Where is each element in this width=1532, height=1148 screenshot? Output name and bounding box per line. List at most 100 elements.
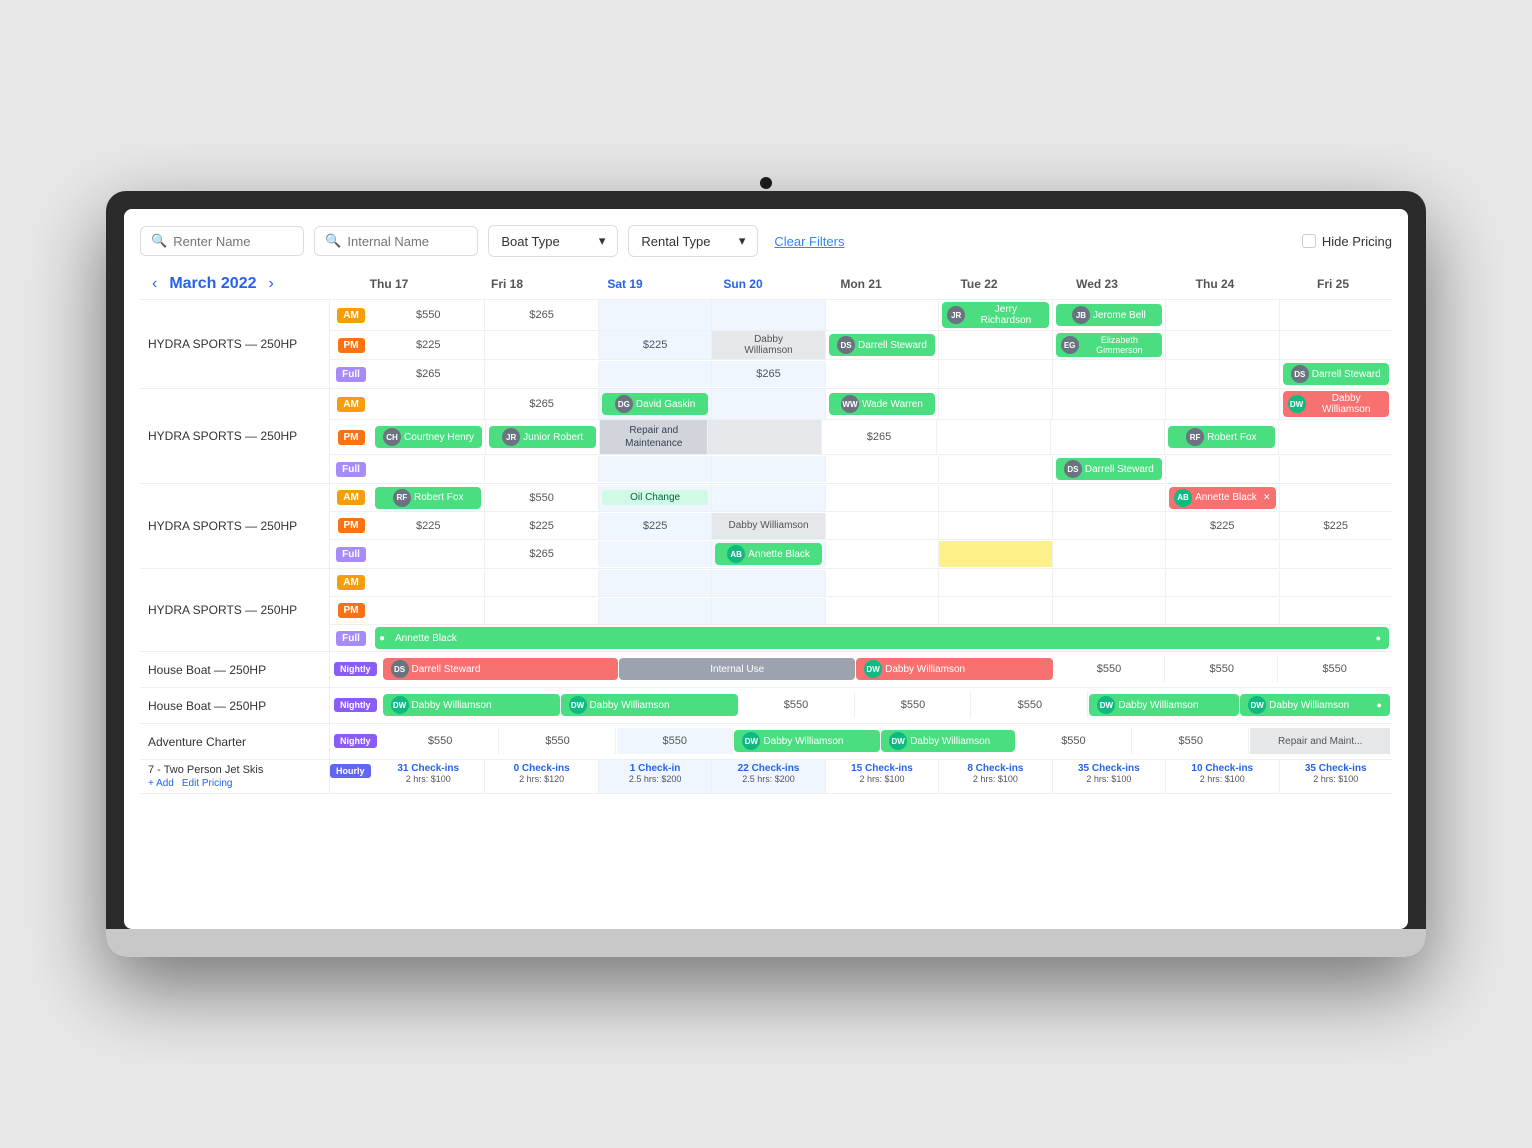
renter-search-wrap[interactable]: 🔍: [140, 226, 304, 256]
booking-dabby-hb2b[interactable]: DW Dabby Williamson: [561, 694, 738, 716]
cell[interactable]: [599, 541, 712, 567]
cell[interactable]: [1280, 485, 1392, 511]
booking-elizabeth[interactable]: EG Elizabeth Gimmerson: [1056, 333, 1162, 357]
cell[interactable]: [1279, 420, 1392, 454]
cell[interactable]: [712, 456, 825, 482]
cell[interactable]: [826, 541, 939, 567]
cell[interactable]: [937, 420, 1051, 454]
cell[interactable]: [599, 598, 712, 624]
internal-search-wrap[interactable]: 🔍: [314, 226, 478, 256]
booking-robert2[interactable]: RF Robert Fox: [375, 487, 481, 509]
cell[interactable]: [1051, 420, 1165, 454]
cell[interactable]: [1280, 331, 1392, 359]
cell[interactable]: [939, 361, 1052, 387]
booking-courtney[interactable]: CH Courtney Henry: [375, 426, 482, 448]
cell[interactable]: [599, 570, 712, 596]
cell[interactable]: $265: [485, 389, 598, 419]
booking-dabby-adv[interactable]: DW Dabby Williamson: [734, 730, 880, 752]
cell[interactable]: $550: [1054, 656, 1166, 682]
cell[interactable]: [1053, 513, 1166, 539]
cell[interactable]: [939, 331, 1052, 359]
booking-darrell-hb[interactable]: DS Darrell Steward: [383, 658, 619, 680]
booking-darrell2[interactable]: DS Darrell Steward: [1283, 363, 1389, 385]
checkins-day-3[interactable]: 1 Check-in 2.5 hrs: $200: [599, 760, 712, 793]
checkins-day-7[interactable]: 35 Check-ins 2 hrs: $100: [1053, 760, 1166, 793]
clear-filters-button[interactable]: Clear Filters: [768, 234, 850, 249]
cell[interactable]: JR Junior Robert: [486, 420, 600, 454]
cell[interactable]: DabbyWilliamson: [712, 331, 825, 359]
cell[interactable]: [1280, 300, 1392, 330]
cell[interactable]: $550: [617, 728, 733, 754]
cell[interactable]: $265: [485, 541, 598, 567]
cell[interactable]: [1166, 300, 1279, 330]
booking-annette[interactable]: AB Annette Black ✕: [1169, 487, 1275, 509]
cell[interactable]: [599, 456, 712, 482]
booking-dabby-hb2d[interactable]: DW Dabby Williamson ●: [1240, 694, 1390, 716]
cell[interactable]: [485, 456, 598, 482]
checkins-day-5[interactable]: 15 Check-ins 2 hrs: $100: [826, 760, 939, 793]
cell[interactable]: [372, 389, 485, 419]
internal-search-input[interactable]: [347, 234, 467, 249]
cell[interactable]: AB Annette Black: [712, 541, 825, 567]
cell[interactable]: [1280, 598, 1392, 624]
booking-dabby-hb2a[interactable]: DW Dabby Williamson: [383, 694, 560, 716]
cell[interactable]: $265: [712, 361, 825, 387]
cell[interactable]: $225: [372, 331, 485, 359]
cell[interactable]: [826, 570, 939, 596]
cell[interactable]: [712, 389, 825, 419]
cell[interactable]: DS Darrell Steward: [1280, 361, 1392, 387]
booking-robert-fox[interactable]: RF Robert Fox: [1168, 426, 1275, 448]
cell[interactable]: $550: [739, 692, 855, 718]
cell[interactable]: [1053, 361, 1166, 387]
cell[interactable]: CH Courtney Henry: [372, 420, 486, 454]
checkins-day-6[interactable]: 8 Check-ins 2 hrs: $100: [939, 760, 1052, 793]
cell[interactable]: [708, 420, 822, 454]
cell-repair[interactable]: Repair andMaintenance: [600, 420, 708, 454]
cell[interactable]: [1280, 456, 1392, 482]
cell[interactable]: $550: [1166, 656, 1278, 682]
cell[interactable]: [712, 300, 825, 330]
cell[interactable]: RF Robert Fox: [372, 485, 485, 511]
booking-darrell[interactable]: DS Darrell Steward: [829, 334, 935, 356]
cell[interactable]: $225: [1166, 513, 1279, 539]
cell[interactable]: JB Jerome Bell: [1053, 300, 1166, 330]
cell[interactable]: [826, 513, 939, 539]
cell[interactable]: $550: [500, 728, 616, 754]
cell[interactable]: $550: [372, 300, 485, 330]
cell[interactable]: [826, 598, 939, 624]
cell[interactable]: [372, 570, 485, 596]
cell[interactable]: [1166, 361, 1279, 387]
cell[interactable]: [826, 456, 939, 482]
boat-type-dropdown[interactable]: Boat Type ▾: [488, 225, 618, 257]
cell[interactable]: [1053, 598, 1166, 624]
cell[interactable]: AB Annette Black ✕: [1166, 485, 1279, 511]
cell[interactable]: $225: [599, 331, 712, 359]
cell[interactable]: [599, 361, 712, 387]
cell[interactable]: $265: [822, 420, 936, 454]
cell[interactable]: $265: [485, 300, 598, 330]
cell[interactable]: $550: [856, 692, 972, 718]
cell[interactable]: [372, 598, 485, 624]
cell[interactable]: [1166, 331, 1279, 359]
cell[interactable]: [939, 456, 1052, 482]
cell[interactable]: [1053, 541, 1166, 567]
cell[interactable]: Dabby Williamson: [712, 513, 825, 539]
cell[interactable]: Repair and Maint...: [1250, 728, 1390, 754]
cell[interactable]: [372, 456, 485, 482]
prev-month-button[interactable]: ‹: [148, 273, 161, 295]
cell[interactable]: [1166, 570, 1279, 596]
booking-jerry[interactable]: JR Jerry Richardson: [942, 302, 1048, 328]
edit-pricing-link[interactable]: Edit Pricing: [182, 778, 233, 789]
cell[interactable]: $225: [1280, 513, 1392, 539]
cell[interactable]: JR Jerry Richardson: [939, 300, 1052, 330]
booking-darrell3[interactable]: DS Darrell Steward: [1056, 458, 1162, 480]
next-month-button[interactable]: ›: [265, 273, 278, 295]
cell[interactable]: $550: [1279, 656, 1390, 682]
cell[interactable]: [485, 570, 598, 596]
cell[interactable]: DW Dabby Williamson: [1280, 389, 1392, 419]
booking-dabby-adv2[interactable]: DW Dabby Williamson: [881, 730, 1015, 752]
checkins-day-9[interactable]: 35 Check-ins 2 hrs: $100: [1280, 760, 1392, 793]
cell[interactable]: [826, 300, 939, 330]
cell[interactable]: [939, 541, 1052, 567]
cell[interactable]: [712, 598, 825, 624]
